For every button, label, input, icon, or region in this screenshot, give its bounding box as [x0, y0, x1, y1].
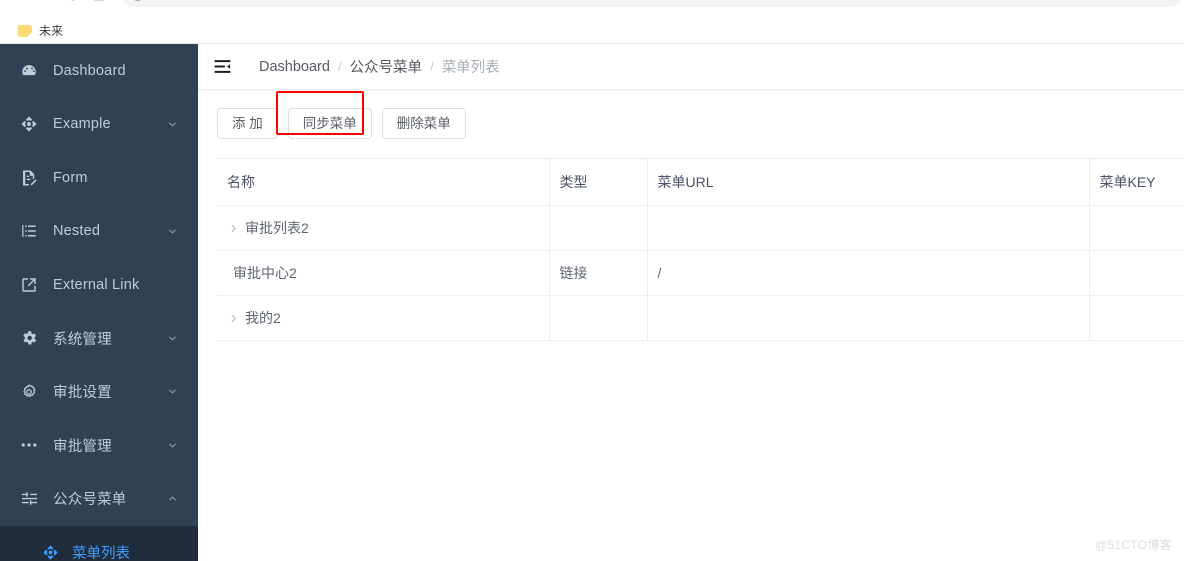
chevron-down-icon — [166, 332, 178, 344]
sidebar-item-approval-settings[interactable]: 审批设置 — [0, 365, 198, 419]
url-text: localhost:9528/#/wechat/menu — [150, 0, 305, 1]
bookmark-label: 未来 — [39, 24, 64, 38]
hamburger-collapse-icon[interactable] — [211, 56, 233, 78]
sidebar-item-external-link[interactable]: External Link — [0, 258, 198, 312]
sidebar-item-label: Example — [53, 116, 111, 133]
chevron-down-icon — [166, 118, 178, 130]
sidebar-item-example[interactable]: Example — [0, 98, 198, 152]
chevron-down-icon — [166, 439, 178, 451]
cell-type — [549, 295, 648, 341]
row-name-text: 审批中心2 — [233, 265, 297, 281]
menu-table-container: 名称 类型 菜单URL 菜单KEY 审批列表2 审批中心2 链接 / 我的2 — [217, 158, 1184, 341]
sidebar: Dashboard Example Form Nested External L… — [0, 44, 198, 561]
component-icon — [41, 543, 59, 561]
folder-icon — [18, 24, 32, 37]
column-header-name: 名称 — [217, 158, 550, 206]
breadcrumb-item-menu-list: 菜单列表 — [441, 60, 500, 76]
cell-type: 链接 — [549, 250, 648, 296]
sidebar-item-dashboard[interactable]: Dashboard — [0, 44, 198, 98]
cell-name: 审批中心2 — [217, 250, 550, 296]
dashboard-icon — [19, 61, 39, 81]
breadcrumb-separator: / — [430, 59, 434, 74]
table-header-row: 名称 类型 菜单URL 菜单KEY — [217, 158, 1184, 206]
sidebar-item-label: Dashboard — [53, 62, 126, 79]
expand-chevron-right-icon[interactable] — [227, 312, 239, 324]
browser-chrome: localhost:9528/#/wechat/menu 未来 — [0, 0, 1184, 44]
column-header-type: 类型 — [549, 158, 648, 206]
row-name-text: 审批列表2 — [245, 220, 309, 236]
cell-key — [1089, 205, 1184, 251]
column-header-key: 菜单KEY — [1089, 158, 1184, 206]
breadcrumb-separator: / — [337, 59, 342, 74]
sidebar-item-label: 审批设置 — [53, 385, 112, 402]
cell-url — [647, 205, 1090, 251]
sidebar-item-label: External Link — [53, 276, 140, 293]
row-name-text: 我的2 — [245, 310, 281, 326]
column-header-url: 菜单URL — [647, 158, 1090, 206]
gear-icon — [19, 328, 39, 348]
forward-arrow-icon[interactable] — [34, 0, 60, 8]
nested-list-icon — [19, 221, 39, 241]
cell-url: / — [647, 250, 1090, 296]
back-arrow-icon[interactable] — [8, 0, 34, 8]
expand-chevron-right-icon[interactable] — [227, 222, 239, 234]
browser-url-row: localhost:9528/#/wechat/menu — [0, 0, 1184, 8]
sliders-icon — [19, 489, 39, 509]
main-area: Dashboard / 公众号菜单 / 菜单列表 添 加 同步菜单 删除菜单 名… — [198, 44, 1184, 561]
external-link-icon — [19, 275, 39, 295]
address-bar[interactable]: localhost:9528/#/wechat/menu — [122, 0, 1182, 7]
chevron-down-icon — [166, 225, 178, 237]
sync-menu-button[interactable]: 同步菜单 — [287, 108, 372, 139]
home-icon[interactable] — [86, 0, 112, 8]
sidebar-item-form[interactable]: Form — [0, 151, 198, 205]
reload-icon[interactable] — [60, 0, 86, 8]
sidebar-item-system-management[interactable]: 系统管理 — [0, 312, 198, 366]
sidebar-submenu-wechat-menu: 菜单列表 — [0, 525, 198, 561]
chevron-down-icon — [166, 386, 178, 398]
site-info-icon — [132, 0, 143, 1]
breadcrumb-item-wechat-menu[interactable]: 公众号菜单 — [350, 56, 423, 77]
cell-type — [549, 205, 648, 251]
table-row[interactable]: 审批中心2 链接 / — [217, 250, 1184, 296]
app-shell: Dashboard Example Form Nested External L… — [0, 44, 1184, 561]
sidebar-item-nested[interactable]: Nested — [0, 205, 198, 259]
watermark: @51CTO博客 — [1094, 538, 1172, 552]
table-body: 审批列表2 审批中心2 链接 / 我的2 — [217, 205, 1184, 341]
cell-name: 我的2 — [217, 295, 550, 341]
chevron-up-icon — [166, 493, 178, 505]
add-button[interactable]: 添 加 — [217, 108, 278, 139]
bookmark-folder-weilai[interactable]: 未来 — [12, 20, 69, 41]
table-row[interactable]: 我的2 — [217, 295, 1184, 341]
breadcrumb: Dashboard / 公众号菜单 / 菜单列表 — [259, 56, 500, 77]
settings-outline-icon — [19, 382, 39, 402]
delete-menu-button[interactable]: 删除菜单 — [381, 108, 466, 139]
sidebar-item-label: Nested — [53, 223, 101, 240]
sidebar-item-label: 审批管理 — [53, 438, 112, 455]
sidebar-item-approval-management[interactable]: 审批管理 — [0, 419, 198, 473]
table-header: 名称 类型 菜单URL 菜单KEY — [217, 158, 1184, 206]
cell-url — [647, 295, 1090, 341]
navbar: Dashboard / 公众号菜单 / 菜单列表 — [198, 44, 1184, 90]
bookmarks-bar: 未来 — [0, 18, 1184, 44]
table-row[interactable]: 审批列表2 — [217, 205, 1184, 251]
sidebar-item-wechat-menu[interactable]: 公众号菜单 — [0, 472, 198, 526]
sidebar-item-menu-list[interactable]: 菜单列表 — [0, 526, 198, 561]
cell-key — [1089, 250, 1184, 296]
form-icon — [19, 168, 39, 188]
action-toolbar: 添 加 同步菜单 删除菜单 — [217, 91, 1184, 140]
ellipsis-icon — [19, 435, 39, 455]
content-area: 添 加 同步菜单 删除菜单 名称 类型 菜单URL 菜单KEY 审批列表2 审批… — [198, 90, 1184, 341]
sidebar-item-label: Form — [53, 169, 88, 186]
sidebar-item-label: 系统管理 — [53, 331, 112, 348]
sidebar-item-label: 公众号菜单 — [53, 492, 127, 509]
cell-name: 审批列表2 — [217, 205, 550, 251]
sidebar-submenu-label: 菜单列表 — [72, 545, 130, 561]
component-icon — [19, 114, 39, 134]
breadcrumb-item-dashboard[interactable]: Dashboard — [259, 59, 330, 75]
cell-key — [1089, 295, 1184, 341]
menu-table: 名称 类型 菜单URL 菜单KEY 审批列表2 审批中心2 链接 / 我的2 — [217, 158, 1184, 341]
